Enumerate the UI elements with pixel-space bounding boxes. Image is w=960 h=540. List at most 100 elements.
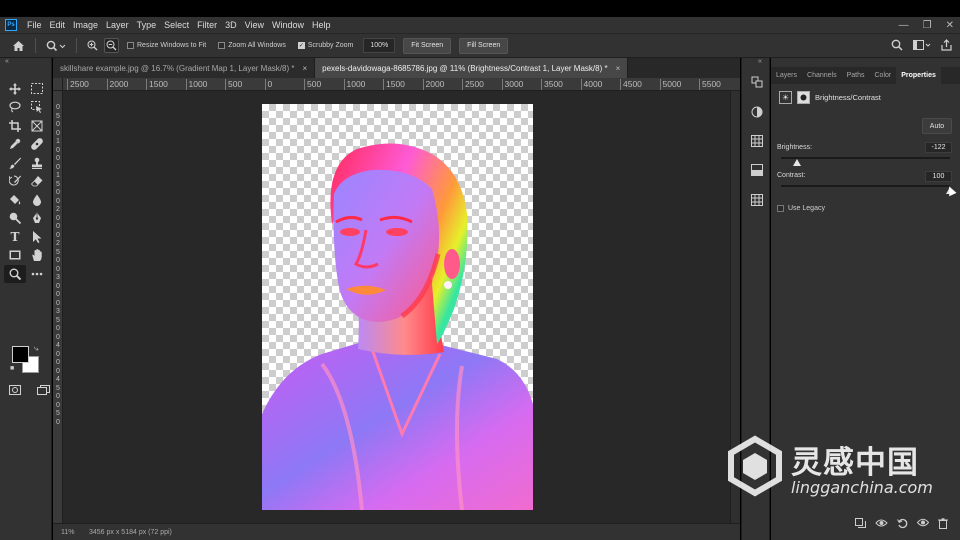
ruler-label: 2000 xyxy=(106,79,128,90)
menu-3d[interactable]: 3D xyxy=(221,17,241,33)
search-icon[interactable] xyxy=(891,39,903,54)
tab-paths[interactable]: Paths xyxy=(842,67,870,84)
close-button[interactable]: ✕ xyxy=(946,20,954,31)
use-legacy-label: Use Legacy xyxy=(788,205,825,212)
gradients-panel-icon[interactable] xyxy=(749,162,764,177)
zoom-percent-field[interactable]: 100% xyxy=(363,38,396,53)
brightness-value-field[interactable]: -122 xyxy=(925,142,952,153)
default-colors-icon[interactable]: ■ xyxy=(10,365,14,372)
home-icon[interactable] xyxy=(12,40,25,52)
history-brush-tool-icon[interactable] xyxy=(4,173,26,191)
clone-stamp-tool-icon[interactable] xyxy=(26,154,48,172)
view-previous-state-icon[interactable] xyxy=(875,518,888,532)
status-doc-info: 3456 px x 5184 px (72 ppi) xyxy=(89,528,172,536)
pen-tool-icon[interactable] xyxy=(26,210,48,228)
scrubby-zoom-checkbox[interactable]: ✓ Scrubby Zoom xyxy=(297,42,353,49)
tab-color[interactable]: Color xyxy=(870,67,897,84)
type-tool-icon[interactable]: T xyxy=(4,228,26,246)
clip-to-layer-icon[interactable] xyxy=(855,518,866,532)
menu-window[interactable]: Window xyxy=(268,17,308,33)
healing-brush-tool-icon[interactable] xyxy=(26,136,48,154)
use-legacy-checkbox[interactable]: Use Legacy xyxy=(777,205,825,212)
minimize-button[interactable]: — xyxy=(899,20,909,31)
menu-image[interactable]: Image xyxy=(69,17,102,33)
tab-channels[interactable]: Channels xyxy=(802,67,842,84)
menu-help[interactable]: Help xyxy=(308,17,335,33)
resize-windows-checkbox[interactable]: Resize Windows to Fit xyxy=(127,42,206,49)
document-tab-active[interactable]: pexels-davidowaga-8685786.jpg @ 11% (Bri… xyxy=(315,58,629,78)
close-tab-icon[interactable]: × xyxy=(616,64,621,73)
menu-filter[interactable]: Filter xyxy=(193,17,221,33)
horizontal-ruler[interactable]: 2500 2000 1500 1000 500 0 500 1000 1500 2000 2500 3… xyxy=(63,78,740,91)
menu-view[interactable]: View xyxy=(241,17,268,33)
zoom-in-button[interactable] xyxy=(85,38,100,53)
adjustments-panel-icon[interactable] xyxy=(749,104,764,119)
menu-type[interactable]: Type xyxy=(133,17,161,33)
blur-tool-icon[interactable] xyxy=(26,191,48,209)
object-selection-tool-icon[interactable] xyxy=(26,99,48,117)
paint-bucket-tool-icon[interactable] xyxy=(4,191,26,209)
brush-tool-icon[interactable] xyxy=(4,154,26,172)
zoom-all-windows-checkbox[interactable]: Zoom All Windows xyxy=(218,42,286,49)
status-zoom[interactable]: 11% xyxy=(53,529,81,536)
document-canvas[interactable] xyxy=(262,104,533,510)
more-tools-icon[interactable] xyxy=(26,265,48,283)
frame-tool-icon[interactable] xyxy=(26,117,48,135)
tab-properties[interactable]: Properties xyxy=(896,67,941,84)
hand-tool-icon[interactable] xyxy=(26,247,48,265)
tab-layers[interactable]: Layers xyxy=(771,67,802,84)
earring xyxy=(444,281,452,289)
layer-mask-icon[interactable] xyxy=(797,91,810,104)
fill-screen-button[interactable]: Fill Screen xyxy=(459,37,509,54)
quick-mask-icon[interactable] xyxy=(4,381,26,399)
screen-mode-icon[interactable] xyxy=(32,381,54,399)
history-panel-icon[interactable] xyxy=(749,74,764,89)
document-tab[interactable]: skillshare example.jpg @ 16.7% (Gradient… xyxy=(53,58,316,78)
auto-button[interactable]: Auto xyxy=(922,118,952,134)
brightness-slider-thumb[interactable] xyxy=(792,159,801,166)
fit-screen-button[interactable]: Fit Screen xyxy=(403,37,452,54)
path-selection-tool-icon[interactable] xyxy=(26,228,48,246)
menu-layer[interactable]: Layer xyxy=(102,17,133,33)
ruler-label: 0 xyxy=(56,146,60,154)
foreground-color-swatch[interactable] xyxy=(12,346,29,363)
delete-icon[interactable] xyxy=(938,518,948,532)
toggle-visibility-icon[interactable] xyxy=(916,518,930,532)
swatches-panel-icon[interactable] xyxy=(749,192,764,207)
move-tool-icon[interactable] xyxy=(4,80,26,98)
photoshop-logo: Ps xyxy=(5,19,17,31)
eraser-tool-icon[interactable] xyxy=(26,173,48,191)
close-tab-icon[interactable]: × xyxy=(302,64,307,73)
libraries-panel-icon[interactable] xyxy=(749,133,764,148)
document-tab-label: skillshare example.jpg @ 16.7% (Gradient… xyxy=(60,63,295,73)
crop-tool-icon[interactable] xyxy=(4,117,26,135)
rectangle-tool-icon[interactable] xyxy=(4,247,26,265)
restore-button[interactable]: ❐ xyxy=(923,20,932,31)
brightness-slider-track[interactable] xyxy=(781,157,950,159)
ruler-label: 5 xyxy=(56,112,60,120)
eyedropper-tool-icon[interactable] xyxy=(4,136,26,154)
zoom-tool-preset-icon[interactable] xyxy=(46,40,66,52)
document-tab-bar: skillshare example.jpg @ 16.7% (Gradient… xyxy=(53,58,740,78)
contrast-slider-track[interactable] xyxy=(781,185,950,187)
ruler-label: 0 xyxy=(56,350,60,358)
menu-select[interactable]: Select xyxy=(160,17,193,33)
mouse-cursor xyxy=(945,184,957,197)
workspace-icon[interactable] xyxy=(913,39,931,54)
reset-icon[interactable] xyxy=(897,518,908,532)
vertical-ruler[interactable]: 05001000150020002500300035004000450050 xyxy=(53,91,63,523)
swap-colors-icon[interactable]: ⤷ xyxy=(34,344,38,354)
menu-file[interactable]: File xyxy=(23,17,46,33)
left-eye xyxy=(340,228,360,236)
marquee-tool-icon[interactable] xyxy=(26,80,48,98)
checkbox-box xyxy=(127,42,134,49)
share-icon[interactable] xyxy=(941,39,952,54)
zoom-out-button[interactable] xyxy=(104,38,119,53)
zoom-tool-icon[interactable] xyxy=(4,265,26,283)
lasso-tool-icon[interactable] xyxy=(4,99,26,117)
contrast-value-field[interactable]: 100 xyxy=(925,171,952,182)
collapse-toolbar-icon[interactable]: « xyxy=(5,58,9,67)
menu-edit[interactable]: Edit xyxy=(46,17,70,33)
collapse-dock-icon[interactable]: « xyxy=(758,58,762,67)
dodge-tool-icon[interactable] xyxy=(4,210,26,228)
